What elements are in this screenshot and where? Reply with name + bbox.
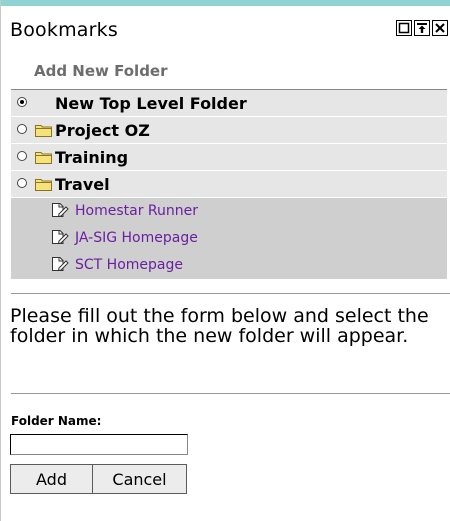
radio-folder[interactable] xyxy=(17,124,27,134)
bookmark-link[interactable]: SCT Homepage xyxy=(75,257,183,273)
tree-row-label: Project OZ xyxy=(55,121,150,140)
tree-row-folder[interactable]: Training xyxy=(11,144,447,171)
add-button[interactable]: Add xyxy=(10,464,93,494)
folder-icon xyxy=(35,149,52,168)
tree-row-bookmark[interactable]: Homestar Runner xyxy=(11,198,447,225)
folder-icon xyxy=(35,122,52,141)
portlet-title-bar: Bookmarks xyxy=(10,17,450,47)
tree-row-folder[interactable]: Project OZ xyxy=(11,117,447,144)
tree-row-folder[interactable]: Travel xyxy=(11,171,447,198)
tree-row-top-level[interactable]: New Top Level Folder xyxy=(11,90,447,117)
tree-row-label: Training xyxy=(55,148,129,167)
maximize-icon[interactable] xyxy=(414,20,430,36)
folder-name-input[interactable] xyxy=(10,434,188,455)
divider xyxy=(11,393,450,394)
divider xyxy=(11,293,450,294)
radio-top-level[interactable] xyxy=(17,97,27,107)
portlet-top-accent-bar xyxy=(1,0,450,6)
tree-row-label: Travel xyxy=(55,175,110,194)
bookmark-link[interactable]: Homestar Runner xyxy=(75,203,198,219)
add-new-folder-heading: Add New Folder xyxy=(34,62,168,80)
tree-row-label: New Top Level Folder xyxy=(55,94,247,113)
window-controls xyxy=(396,20,448,36)
folder-tree: New Top Level Folder Project OZ Training xyxy=(11,89,447,279)
bookmark-icon xyxy=(51,229,69,249)
radio-folder[interactable] xyxy=(17,178,27,188)
folder-name-label: Folder Name: xyxy=(11,414,102,428)
bookmarks-portlet: Bookmarks Add New Folder New Top Level F… xyxy=(0,0,450,521)
bookmark-link[interactable]: JA-SIG Homepage xyxy=(75,230,198,246)
close-icon[interactable] xyxy=(432,20,448,36)
radio-folder[interactable] xyxy=(17,151,27,161)
portlet-title: Bookmarks xyxy=(10,19,118,41)
bookmark-icon xyxy=(51,202,69,222)
instructions-text: Please fill out the form below and selec… xyxy=(10,305,429,347)
folder-icon xyxy=(35,176,52,195)
cancel-button[interactable]: Cancel xyxy=(92,464,187,494)
minimize-icon[interactable] xyxy=(396,20,412,36)
tree-row-bookmark[interactable]: JA-SIG Homepage xyxy=(11,225,447,252)
bookmark-icon xyxy=(51,256,69,276)
tree-row-bookmark[interactable]: SCT Homepage xyxy=(11,252,447,279)
